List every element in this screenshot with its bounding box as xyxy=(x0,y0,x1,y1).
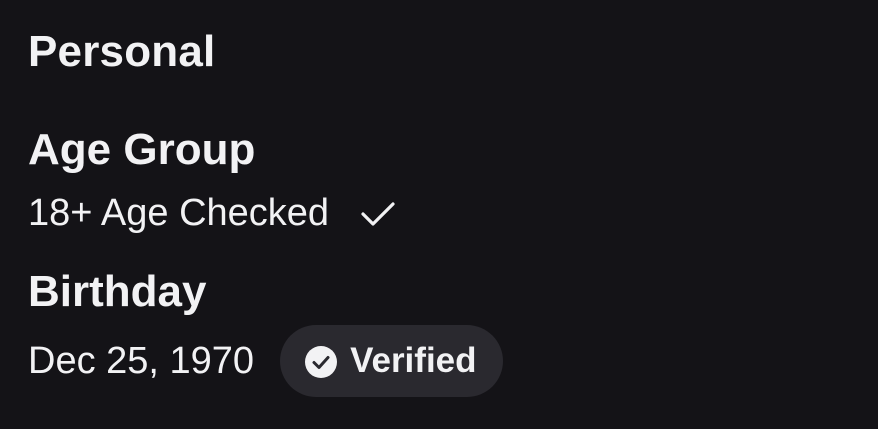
age-group-label: Age Group xyxy=(28,125,256,174)
verified-badge-label: Verified xyxy=(350,341,477,380)
age-group-value-row: 18+ Age Checked xyxy=(28,190,397,236)
checkmark-icon xyxy=(359,194,397,232)
check-circle-icon xyxy=(304,344,338,378)
birthday-value-row: Dec 25, 1970 Verified xyxy=(28,325,503,397)
section-title: Personal xyxy=(28,27,216,76)
birthday-label: Birthday xyxy=(28,267,207,316)
age-group-value: 18+ Age Checked xyxy=(28,192,330,234)
birthday-value: Dec 25, 1970 xyxy=(28,340,255,382)
verified-badge: Verified xyxy=(280,325,503,397)
